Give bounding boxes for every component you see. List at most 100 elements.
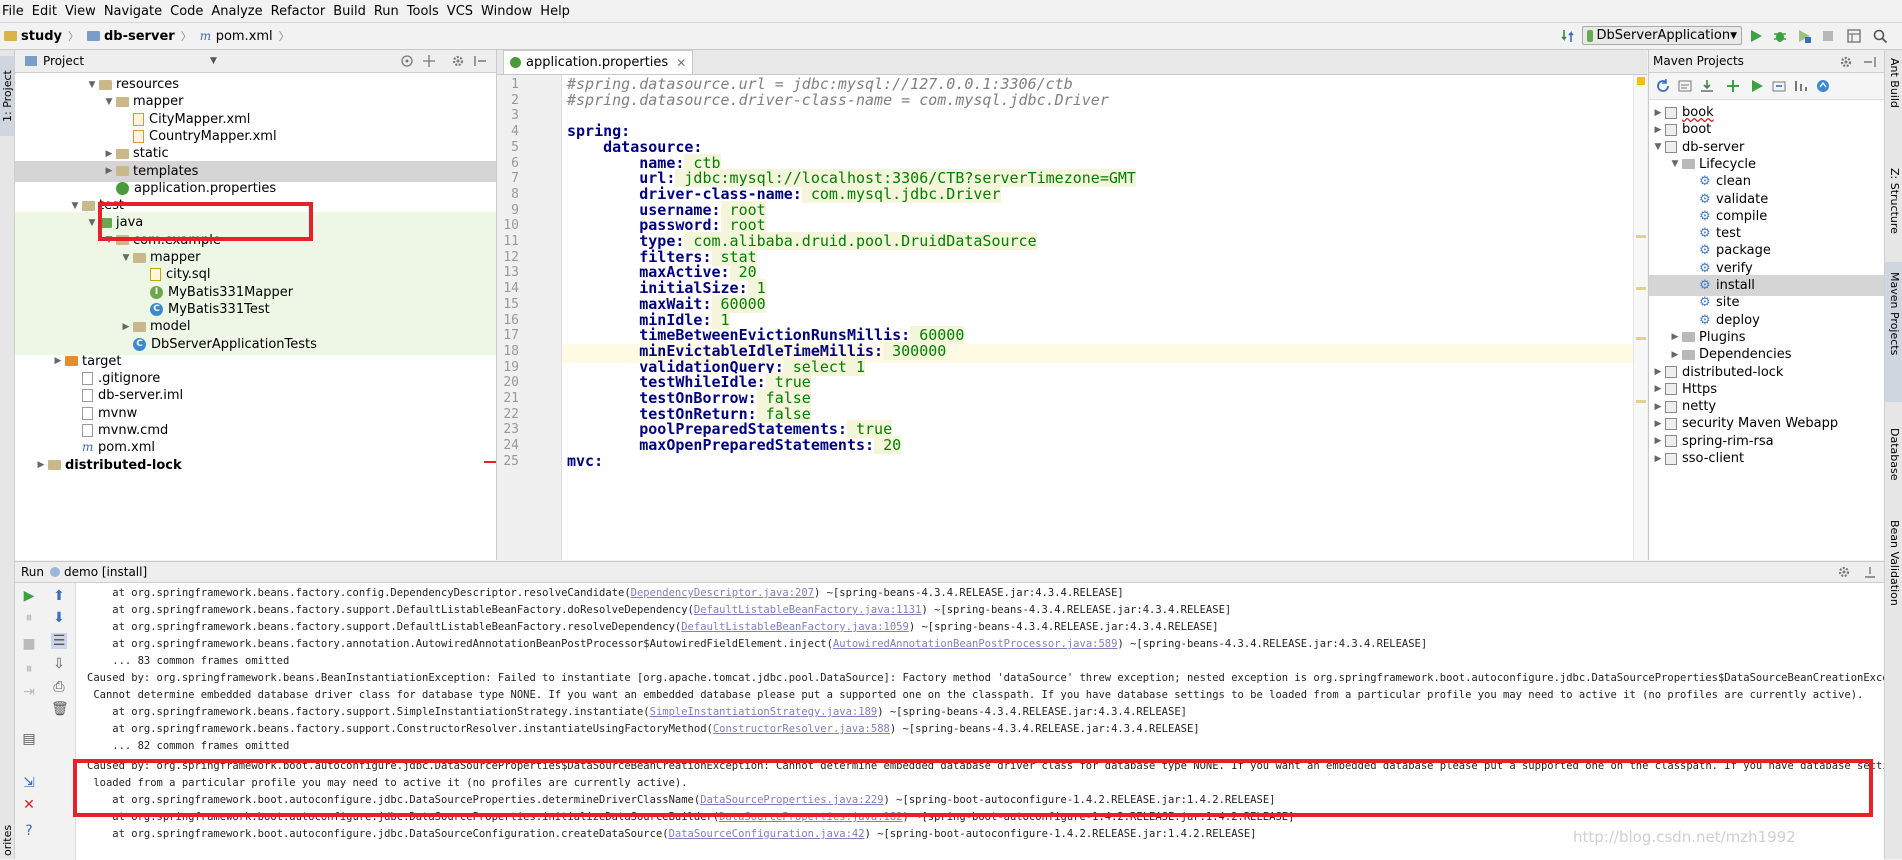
gear-icon[interactable] (451, 54, 465, 68)
debug-icon[interactable] (1772, 28, 1788, 44)
project-view-icon (25, 56, 37, 66)
menu-item-tools[interactable]: Tools (405, 4, 445, 19)
maven-goal-gear-icon: ⚙ (1699, 208, 1711, 224)
project-tool-tab-label[interactable]: 1: Project (1, 70, 14, 122)
project-structure-icon[interactable] (1846, 28, 1862, 44)
gear-icon[interactable] (1837, 565, 1851, 579)
menu-item-vcs[interactable]: VCS (445, 4, 479, 19)
tree-row[interactable]: ▶ distributed-lock (15, 455, 496, 476)
menu-item-run[interactable]: Run (372, 4, 405, 19)
expand-arrow-icon[interactable]: ▶ (119, 322, 133, 332)
highlight-box-error-message (73, 759, 1873, 817)
expand-arrow-icon[interactable]: ▼ (1651, 142, 1665, 152)
source-link[interactable]: SimpleInstantiationStrategy.java:189 (650, 706, 878, 718)
source-link[interactable]: DefaultListableBeanFactory.java:1059 (681, 621, 909, 633)
scroll-from-source-icon[interactable] (400, 54, 414, 68)
menu-item-refactor[interactable]: Refactor (269, 4, 332, 19)
menu-item-help[interactable]: Help (538, 4, 576, 19)
expand-arrow-icon[interactable]: ▼ (85, 218, 99, 228)
folder-icon (133, 321, 146, 332)
structure-tool-tab[interactable]: Z: Structure (1888, 168, 1901, 234)
menu-item-edit[interactable]: Edit (30, 4, 63, 19)
expand-arrow-icon[interactable]: ▶ (1651, 384, 1665, 394)
run-config-tab[interactable]: demo [install] (64, 565, 147, 579)
gear-icon[interactable] (1839, 55, 1853, 69)
maven-project-icon (1665, 383, 1677, 396)
expand-arrow-icon[interactable]: ▶ (1651, 402, 1665, 412)
skip-tests-icon[interactable] (1815, 78, 1831, 94)
maven-tree: ▶ book ▶ boot ▼ db-server ▼ Lifecycle ⚙ clean ⚙ val… (1649, 100, 1884, 560)
maven-tree-row[interactable]: ▶ sso-client (1649, 448, 1884, 469)
hide-panel-icon[interactable] (473, 54, 487, 68)
source-link[interactable]: DependencyDescriptor.java:207 (631, 587, 814, 599)
maven-goal-gear-icon: ⚙ (1699, 278, 1711, 293)
menu-item-build[interactable]: Build (331, 4, 372, 19)
coverage-icon[interactable] (1796, 28, 1812, 44)
source-link[interactable]: ConstructorResolver.java:588 (713, 723, 890, 735)
expand-arrow-icon[interactable]: ▶ (51, 356, 65, 366)
run-icon[interactable] (1748, 28, 1764, 44)
ant-build-tool-tab[interactable]: Ant Build (1888, 58, 1901, 108)
hide-panel-icon[interactable] (1863, 565, 1877, 579)
menu-item-view[interactable]: View (63, 4, 102, 19)
download-icon[interactable] (1699, 78, 1715, 94)
breadcrumb-module[interactable]: db-server 〉 (83, 28, 196, 44)
breadcrumb-file[interactable]: m pom.xml 〉 (196, 28, 294, 44)
add-icon[interactable] (1725, 78, 1741, 94)
menu-item-window[interactable]: Window (479, 4, 538, 19)
close-icon[interactable]: ✕ (676, 56, 686, 70)
vcs-update-icon[interactable] (1560, 28, 1576, 44)
expand-arrow-icon[interactable]: ▼ (68, 201, 82, 211)
editor-tab-application-properties[interactable]: application.properties ✕ (503, 50, 694, 74)
reimport-icon[interactable] (1655, 78, 1671, 94)
expand-arrow-icon[interactable]: ▼ (1668, 159, 1682, 169)
execute-goal-icon[interactable] (1771, 78, 1787, 94)
run-maven-build-icon[interactable] (1749, 78, 1765, 94)
database-tool-tab[interactable]: Database (1888, 428, 1901, 481)
expand-arrow-icon[interactable]: ▶ (1668, 332, 1682, 342)
file-icon (82, 389, 93, 403)
source-link[interactable]: AutowiredAnnotationBeanPostProcessor.jav… (833, 638, 1117, 650)
editor-scrollbar[interactable] (1633, 75, 1647, 560)
expand-arrow-icon[interactable]: ▼ (102, 97, 116, 107)
expand-arrow-icon[interactable]: ▶ (102, 149, 116, 159)
warning-marker-icon[interactable] (1637, 77, 1645, 85)
code-area[interactable]: #spring.datasource.url = jdbc:mysql://12… (497, 75, 1647, 560)
expand-arrow-icon[interactable]: ▶ (1651, 454, 1665, 464)
expand-arrow-icon[interactable]: ▼ (85, 80, 99, 90)
favorites-tool-tab-label[interactable]: orites (1, 825, 14, 856)
toggle-offline-icon[interactable] (1793, 78, 1809, 94)
menu-item-navigate[interactable]: Navigate (102, 4, 168, 19)
menu-item-file[interactable]: File (0, 4, 30, 19)
project-tree: ▼ resources ▼ mapper CityMapper.xml CountryMa… (15, 73, 496, 560)
expand-arrow-icon[interactable]: ▶ (102, 166, 116, 176)
collapse-all-icon[interactable] (422, 54, 436, 68)
log-line: ... 83 common frames omitted (87, 655, 289, 667)
source-link[interactable]: DataSourceConfiguration.java:42 (669, 828, 865, 840)
run-configuration-select[interactable]: DbServerApplication ▼ (1582, 26, 1742, 45)
console-output[interactable]: at org.springframework.beans.factory.con… (15, 583, 1884, 860)
project-panel-title[interactable]: Project (43, 54, 84, 68)
expand-arrow-icon[interactable]: ▶ (1651, 108, 1665, 118)
search-icon[interactable] (1872, 28, 1888, 44)
hide-panel-icon[interactable] (1863, 55, 1877, 69)
generate-sources-icon[interactable] (1677, 78, 1693, 94)
stop-icon[interactable] (1820, 28, 1836, 44)
expand-arrow-icon[interactable]: ▶ (1651, 125, 1665, 135)
source-link[interactable]: DefaultListableBeanFactory.java:1131 (694, 604, 922, 616)
breadcrumb-project[interactable]: study 〉 (0, 28, 83, 44)
expand-arrow-icon[interactable]: ▶ (1651, 419, 1665, 429)
menu-item-analyze[interactable]: Analyze (209, 4, 268, 19)
maven-projects-tool-tab-label[interactable]: Maven Projects (1888, 272, 1901, 355)
expand-arrow-icon[interactable]: ▶ (34, 460, 48, 470)
tree-item-label: db-server.iml (98, 388, 184, 404)
log-text: ) ~[spring-beans-4.3.4.RELEASE.jar:4.3.4… (813, 587, 1124, 599)
menu-item-code[interactable]: Code (168, 4, 209, 19)
expand-arrow-icon[interactable]: ▼ (119, 253, 133, 263)
expand-arrow-icon[interactable]: ▶ (1668, 350, 1682, 360)
dropdown-arrow-icon[interactable]: ▼ (210, 56, 217, 66)
bean-validation-tool-tab[interactable]: Bean Validation (1888, 520, 1901, 606)
expand-arrow-icon[interactable]: ▶ (1651, 367, 1665, 377)
expand-arrow-icon[interactable]: ▶ (1651, 436, 1665, 446)
file-icon (82, 406, 93, 420)
